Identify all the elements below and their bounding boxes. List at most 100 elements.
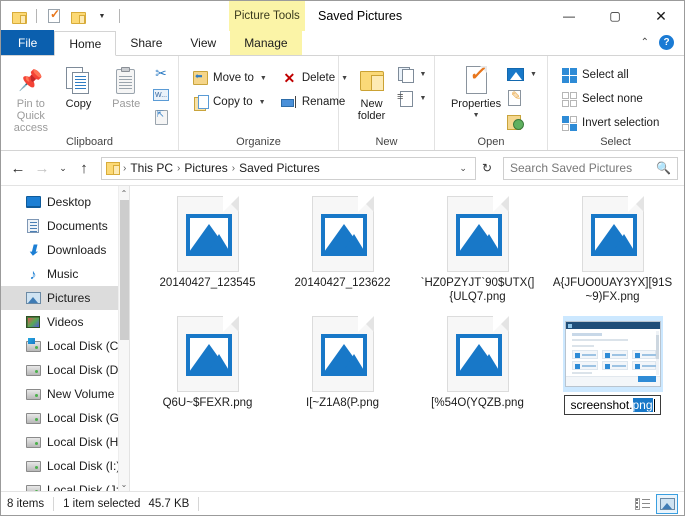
- file-item-1[interactable]: 20140427_123545: [140, 192, 275, 312]
- breadcrumb-pictures[interactable]: Pictures: [181, 161, 230, 175]
- contextual-tool-label: Picture Tools: [229, 1, 305, 31]
- search-input[interactable]: Search Saved Pictures 🔍: [503, 157, 678, 180]
- select-none-button[interactable]: Select none: [558, 88, 662, 110]
- breadcrumb[interactable]: › This PC › Pictures › Saved Pictures ⌄: [101, 157, 476, 180]
- copy-button[interactable]: Copy: [55, 60, 103, 110]
- tab-home[interactable]: Home: [54, 31, 116, 56]
- invert-selection-button[interactable]: Invert selection: [558, 112, 662, 134]
- properties-icon[interactable]: [44, 6, 64, 26]
- breadcrumb-this-pc[interactable]: This PC: [127, 161, 176, 175]
- file-item-5[interactable]: Q6U~$FEXR.png: [140, 312, 275, 432]
- sidebar-item-local-disk-j[interactable]: Local Disk (J:): [1, 478, 129, 491]
- sidebar-label-local-disk-i: Local Disk (I:): [47, 459, 120, 473]
- maximize-button[interactable]: ▢: [592, 1, 638, 31]
- easy-access-chevron-down-icon[interactable]: ▼: [420, 95, 427, 102]
- rename-input[interactable]: screenshot.png: [564, 395, 660, 415]
- navigation-pane-scrollbar[interactable]: ⌃ ⌄: [118, 186, 129, 491]
- pin-to-quick-access-button[interactable]: 📌 Pin to Quick access: [7, 60, 55, 134]
- open-group-title: Open: [435, 134, 547, 150]
- new-item-chevron-down-icon[interactable]: ▼: [420, 71, 427, 78]
- move-to-chevron-down-icon[interactable]: ▼: [260, 75, 267, 82]
- properties-chevron-down-icon[interactable]: ▼: [473, 110, 480, 122]
- tab-manage[interactable]: Manage: [230, 30, 301, 55]
- sidebar-item-new-volume[interactable]: New Volume (F:): [1, 382, 129, 406]
- recent-locations-button[interactable]: ⌄: [55, 156, 71, 180]
- ribbon-group-open: ✓ Properties ▼ ▼: [435, 56, 548, 150]
- file-item-8-screenshot[interactable]: screenshot.png: [545, 312, 680, 432]
- tab-view[interactable]: View: [176, 30, 230, 55]
- edit-button[interactable]: [507, 87, 537, 109]
- tab-share[interactable]: Share: [116, 30, 176, 55]
- file-name-4: A{JFUO0UAY3YX][91S~9)FX.png: [553, 276, 673, 304]
- minimize-button[interactable]: —: [546, 1, 592, 31]
- open-chevron-down-icon[interactable]: ▼: [530, 71, 537, 78]
- sidebar-item-downloads[interactable]: ⬇ Downloads: [1, 238, 129, 262]
- scrollbar-thumb[interactable]: [120, 200, 129, 340]
- clipboard-group-title: Clipboard: [1, 134, 178, 150]
- scroll-down-icon[interactable]: ⌄: [119, 477, 129, 491]
- search-icon[interactable]: 🔍: [656, 161, 671, 175]
- select-all-button[interactable]: Select all: [558, 64, 662, 86]
- sidebar-item-local-disk-h[interactable]: Local Disk (H:): [1, 430, 129, 454]
- paste-button[interactable]: Paste: [102, 60, 150, 110]
- file-item-7[interactable]: [%54O(YQZB.png: [410, 312, 545, 432]
- properties-label: Properties: [451, 98, 501, 110]
- sidebar-item-desktop[interactable]: Desktop: [1, 190, 129, 214]
- scroll-up-icon[interactable]: ⌃: [119, 186, 129, 200]
- breadcrumb-saved-pictures[interactable]: Saved Pictures: [236, 161, 323, 175]
- close-button[interactable]: ✕: [638, 1, 684, 31]
- copy-to-button[interactable]: Copy to ▼: [189, 91, 270, 113]
- large-icons-view-button[interactable]: [656, 494, 678, 514]
- sidebar-item-music[interactable]: ♪ Music: [1, 262, 129, 286]
- new-folder-button[interactable]: New folder: [347, 60, 397, 122]
- folder-icon[interactable]: [9, 6, 29, 26]
- new-item-icon: [397, 66, 414, 83]
- sidebar-item-videos[interactable]: Videos: [1, 310, 129, 334]
- file-item-2[interactable]: 20140427_123622: [275, 192, 410, 312]
- file-item-6[interactable]: I[~Z1A8(P.png: [275, 312, 410, 432]
- file-item-4[interactable]: A{JFUO0UAY3YX][91S~9)FX.png: [545, 192, 680, 312]
- screenshot-thumbnail: [563, 316, 663, 392]
- easy-access-button[interactable]: ▼: [397, 87, 427, 109]
- details-view-button[interactable]: [631, 494, 653, 514]
- sidebar-item-local-disk-d[interactable]: Local Disk (D:): [1, 358, 129, 382]
- item-count-label: 8 items: [7, 498, 44, 510]
- sidebar-label-videos: Videos: [47, 315, 83, 329]
- paste-shortcut-icon[interactable]: [150, 107, 172, 127]
- file-explorer-window: ▼ Picture Tools Saved Pictures — ▢ ✕ Fil…: [0, 0, 685, 516]
- collapse-ribbon-icon[interactable]: ⌃: [641, 37, 649, 48]
- file-list[interactable]: 20140427_123545 20140427_123622 `HZ0PZYJ…: [129, 186, 684, 491]
- copy-path-icon[interactable]: W...: [150, 85, 172, 105]
- rename-base-text: screenshot.: [570, 398, 632, 412]
- back-button[interactable]: ←: [7, 156, 29, 180]
- sidebar-item-local-disk-c[interactable]: Local Disk (C:): [1, 334, 129, 358]
- sidebar-item-local-disk-g[interactable]: Local Disk (G:): [1, 406, 129, 430]
- properties-button[interactable]: ✓ Properties ▼: [445, 60, 507, 122]
- file-item-3[interactable]: `HZ0PZYJT`90$UTX(]{ULQ7.png: [410, 192, 545, 312]
- sidebar-label-local-disk-j: Local Disk (J:): [47, 483, 123, 491]
- history-button[interactable]: [507, 111, 537, 133]
- sidebar-label-local-disk-h: Local Disk (H:): [47, 435, 126, 449]
- file-name-6: I[~Z1A8(P.png: [306, 396, 379, 410]
- copy-to-chevron-down-icon[interactable]: ▼: [259, 99, 266, 106]
- tab-file[interactable]: File: [1, 30, 54, 55]
- up-button[interactable]: ↑: [73, 156, 95, 180]
- delete-x-icon: ✕: [281, 70, 298, 87]
- file-name-3: `HZ0PZYJT`90$UTX(]{ULQ7.png: [418, 276, 538, 304]
- address-chevron-down-icon[interactable]: ⌄: [453, 163, 473, 174]
- edit-icon: [507, 90, 524, 107]
- sidebar-item-documents[interactable]: Documents: [1, 214, 129, 238]
- new-folder-icon[interactable]: [68, 6, 88, 26]
- help-icon[interactable]: ?: [659, 35, 674, 50]
- sidebar-item-local-disk-i[interactable]: Local Disk (I:): [1, 454, 129, 478]
- open-with-button[interactable]: ▼: [507, 63, 537, 85]
- new-item-button[interactable]: ▼: [397, 63, 427, 85]
- sidebar-item-pictures[interactable]: Pictures: [1, 286, 129, 310]
- sidebar-label-desktop: Desktop: [47, 195, 91, 209]
- forward-button[interactable]: →: [31, 156, 53, 180]
- customize-qat-icon[interactable]: ▼: [92, 6, 112, 26]
- picture-file-icon-3: [443, 196, 513, 272]
- move-to-button[interactable]: Move to ▼: [189, 67, 270, 89]
- cut-scissors-icon[interactable]: ✂: [150, 63, 172, 83]
- refresh-icon[interactable]: ↻: [478, 161, 496, 175]
